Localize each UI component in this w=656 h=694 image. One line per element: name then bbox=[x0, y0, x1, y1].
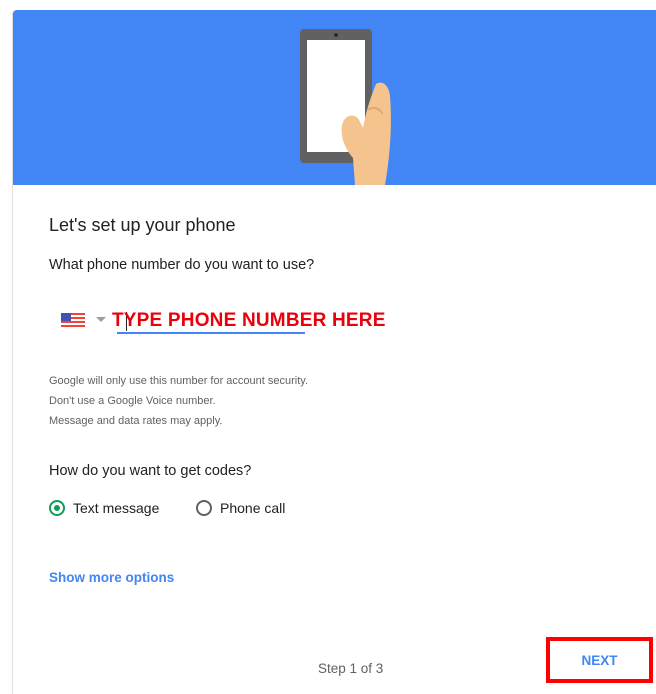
radio-checked-icon[interactable] bbox=[49, 500, 65, 516]
info-line: Don't use a Google Voice number. bbox=[49, 395, 216, 407]
info-line: Google will only use this number for acc… bbox=[49, 375, 309, 387]
radio-phone-call[interactable]: Phone call bbox=[196, 500, 285, 516]
radio-label: Text message bbox=[73, 500, 160, 516]
info-line: Message and data rates may apply. bbox=[49, 415, 223, 427]
page-title: Let's set up your phone bbox=[49, 215, 236, 235]
text-cursor bbox=[126, 312, 127, 331]
radio-label: Phone call bbox=[220, 500, 286, 516]
security-info: Google will only use this number for acc… bbox=[49, 371, 308, 431]
radio-unchecked-icon[interactable] bbox=[196, 500, 212, 516]
next-button-highlight: NEXT bbox=[546, 637, 653, 683]
chevron-down-icon[interactable] bbox=[96, 317, 106, 322]
us-flag-icon[interactable] bbox=[61, 313, 85, 327]
show-more-options-link[interactable]: Show more options bbox=[49, 570, 174, 585]
phone-question: What phone number do you want to use? bbox=[49, 257, 315, 273]
setup-card: Let's set up your phone What phone numbe… bbox=[12, 10, 656, 694]
phone-in-hand-icon bbox=[300, 29, 391, 185]
radio-text-message[interactable]: Text message bbox=[49, 500, 159, 516]
step-indicator: Step 1 of 3 bbox=[318, 661, 384, 676]
header-banner bbox=[13, 10, 656, 185]
phone-number-input[interactable] bbox=[117, 308, 305, 334]
codes-question: How do you want to get codes? bbox=[49, 463, 252, 479]
next-button[interactable]: NEXT bbox=[573, 649, 625, 672]
